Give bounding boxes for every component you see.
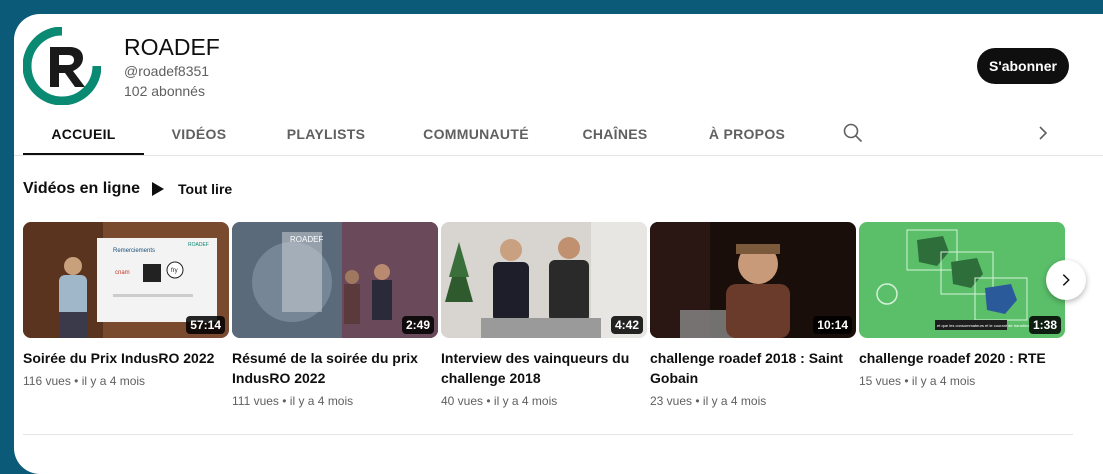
tabs-divider <box>14 155 1103 156</box>
channel-page: ROADEF @roadef8351 102 abonnés S'abonner… <box>14 14 1103 474</box>
video-duration: 4:42 <box>610 316 643 334</box>
video-age: il y a 4 mois <box>911 374 976 388</box>
channel-avatar[interactable] <box>22 26 102 106</box>
video-card[interactable]: et que les consommateurs et le courant d… <box>859 222 1065 388</box>
video-duration: 2:49 <box>401 316 434 334</box>
video-duration: 57:14 <box>186 316 225 334</box>
video-title[interactable]: challenge roadef 2020 : RTE <box>859 348 1059 368</box>
tab-videos[interactable]: VIDÉOS <box>157 114 241 154</box>
video-title[interactable]: Résumé de la soirée du prix IndusRO 2022 <box>232 348 432 388</box>
video-duration: 10:14 <box>813 316 852 334</box>
video-card[interactable]: Remerciements ROADEF cnam fry 57:14 Soir… <box>23 222 229 388</box>
video-age: il y a 4 mois <box>289 394 354 408</box>
video-views: 116 vues <box>23 374 71 388</box>
video-card[interactable]: 4:42 Interview des vainqueurs du challen… <box>441 222 647 408</box>
play-all-label: Tout lire <box>178 181 233 197</box>
video-meta: 111 vues • il y a 4 mois <box>232 394 354 408</box>
fry-logo: fry <box>171 268 178 274</box>
video-title[interactable]: Interview des vainqueurs du challenge 20… <box>441 348 641 388</box>
video-card[interactable]: 10:14 challenge roadef 2018 : Saint Goba… <box>650 222 856 408</box>
video-thumbnail[interactable]: ROADEF 2:49 <box>232 222 438 338</box>
channel-handle: @roadef8351 <box>124 63 210 79</box>
search-icon[interactable] <box>842 122 864 144</box>
channel-name: ROADEF <box>124 34 220 60</box>
video-meta: 116 vues • il y a 4 mois <box>23 374 146 388</box>
subscribe-button[interactable]: S'abonner <box>977 48 1069 84</box>
subscriber-count: 102 abonnés <box>124 83 205 99</box>
video-thumbnail[interactable]: 10:14 <box>650 222 856 338</box>
video-meta: 40 vues • il y a 4 mois <box>441 394 558 408</box>
video-title[interactable]: challenge roadef 2018 : Saint Gobain <box>650 348 850 388</box>
slide-logo: ROADEF <box>188 242 209 248</box>
video-title[interactable]: Soirée du Prix IndusRO 2022 <box>23 348 223 368</box>
section-divider <box>23 434 1073 435</box>
video-age: il y a 4 mois <box>81 374 146 388</box>
cnam-logo: cnam <box>115 270 130 276</box>
channel-tabs: ACCUEIL VIDÉOS PLAYLISTS COMMUNAUTÉ CHAÎ… <box>23 114 1103 156</box>
rte-caption: et que les consommateurs et le courant d… <box>937 323 1030 328</box>
sponsor-logo: ROADEF <box>290 235 323 244</box>
video-meta: 23 vues • il y a 4 mois <box>650 394 767 408</box>
chevron-right-icon <box>1062 274 1070 286</box>
section-title: Vidéos en ligne <box>23 180 141 197</box>
play-all-button[interactable]: Tout lire <box>150 178 232 200</box>
video-thumbnail[interactable]: Remerciements ROADEF cnam fry 57:14 <box>23 222 229 338</box>
video-card[interactable]: ROADEF 2:49 Résumé de la soirée du prix … <box>232 222 438 408</box>
video-thumbnail[interactable]: et que les consommateurs et le courant d… <box>859 222 1065 338</box>
chevron-right-icon[interactable] <box>1032 122 1054 144</box>
video-views: 111 vues <box>232 394 279 408</box>
tab-playlists[interactable]: PLAYLISTS <box>281 114 371 154</box>
video-views: 23 vues <box>650 394 693 408</box>
video-duration: 1:38 <box>1028 316 1061 334</box>
slide-heading: Remerciements <box>113 248 155 254</box>
video-thumbnail[interactable]: 4:42 <box>441 222 647 338</box>
tab-communaute[interactable]: COMMUNAUTÉ <box>417 114 535 154</box>
tab-a-propos[interactable]: À PROPOS <box>699 114 795 154</box>
carousel-next-button[interactable] <box>1046 260 1086 300</box>
play-icon <box>152 182 164 196</box>
tab-accueil[interactable]: ACCUEIL <box>23 114 144 156</box>
video-age: il y a 4 mois <box>493 394 558 408</box>
video-meta: 15 vues • il y a 4 mois <box>859 374 976 388</box>
video-views: 40 vues <box>441 394 484 408</box>
tab-chaines[interactable]: CHAÎNES <box>577 114 653 154</box>
video-age: il y a 4 mois <box>702 394 767 408</box>
video-views: 15 vues <box>859 374 902 388</box>
